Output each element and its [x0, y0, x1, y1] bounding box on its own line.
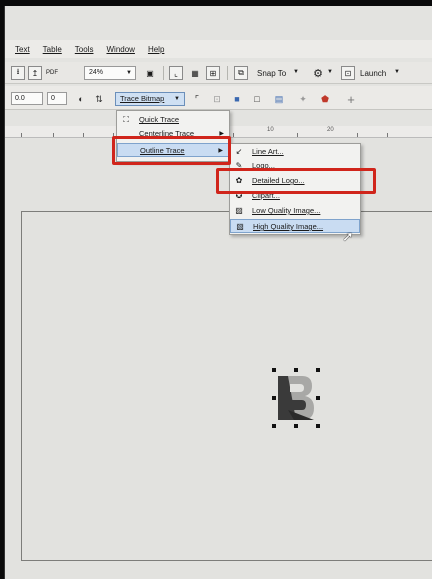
grid-icon[interactable]: ▦	[188, 66, 202, 80]
menu-item-label: Line Art...	[252, 147, 284, 156]
trace-bitmap-label: Trace Bitmap	[120, 94, 165, 103]
rulers-icon[interactable]: ⌞	[169, 66, 183, 80]
letter-b-bitmap	[278, 376, 314, 420]
menu-item-label: High Quality Image...	[253, 222, 324, 231]
toolbar-divider	[163, 66, 164, 80]
outline-width-value: 0.0	[15, 95, 25, 102]
chevron-down-icon[interactable]: ▼	[293, 69, 299, 75]
selection-handle[interactable]	[294, 368, 298, 372]
zoom-level-select[interactable]: 24% ▼	[84, 66, 136, 80]
menu-item-line-art[interactable]: ↙ Line Art...	[230, 145, 360, 159]
menu-item-quick-trace[interactable]: ⛶ Quick Trace	[117, 113, 229, 127]
menu-help[interactable]: Help	[148, 45, 164, 54]
quick-trace-icon: ⛶	[123, 115, 129, 124]
chevron-down-icon: ▼	[174, 96, 180, 102]
screen: Text Table Tools Window Help ⭳ ↥ PDF 24%…	[4, 6, 432, 579]
ruler-tick	[53, 133, 54, 137]
property-bar: 0.0 0 ◐ ⇅ Trace Bitmap ▼ ⌜ ⊡ ■ □ ▤ ✦ ⬟ +	[5, 86, 432, 110]
chevron-down-icon: ▼	[126, 70, 132, 76]
selection-handle[interactable]	[272, 396, 276, 400]
bitmap-object[interactable]	[272, 368, 320, 428]
menubar: Text Table Tools Window Help	[5, 40, 432, 58]
highlight-box-outline-trace	[112, 136, 231, 165]
resample-icon[interactable]: ⊡	[211, 93, 223, 105]
mask-icon[interactable]: ✦	[297, 93, 309, 105]
selection-handle[interactable]	[272, 368, 276, 372]
selection-handle[interactable]	[272, 424, 276, 428]
trace-bitmap-button[interactable]: Trace Bitmap ▼	[115, 92, 185, 106]
bitmap-icon[interactable]: ■	[231, 93, 243, 105]
menu-tools[interactable]: Tools	[75, 45, 94, 54]
chevron-down-icon[interactable]: ▼	[394, 69, 400, 75]
low-quality-image-icon: ▨	[235, 206, 243, 215]
ruler-tick	[83, 133, 84, 137]
menu-item-high-quality-image[interactable]: ▧ High Quality Image...	[230, 219, 360, 233]
ruler-tick	[297, 133, 298, 137]
ruler-tick	[21, 133, 22, 137]
menu-window[interactable]: Window	[106, 45, 134, 54]
selection-handle[interactable]	[316, 396, 320, 400]
standard-toolbar: ⭳ ↥ PDF 24% ▼ ▣ ⌞ ▦ ⊞ ⧉ Snap To ▼ ⚙ ▼ ⊡ …	[5, 62, 432, 84]
highlight-box-detailed-logo	[216, 168, 376, 194]
mirror-vertical-icon[interactable]: ⇅	[93, 93, 105, 105]
full-screen-icon[interactable]: ▣	[143, 66, 157, 80]
ruler-tick	[357, 133, 358, 137]
high-quality-image-icon: ▧	[236, 222, 244, 231]
frame-icon[interactable]: □	[251, 93, 263, 105]
ruler-tick	[387, 133, 388, 137]
color-mask-icon[interactable]: ⬟	[319, 93, 331, 105]
add-icon[interactable]: +	[345, 92, 357, 107]
edit-bitmap-icon[interactable]: ▤	[273, 93, 285, 105]
ruler-label: 10	[267, 127, 274, 133]
menu-item-label: Low Quality Image...	[252, 206, 321, 215]
snap-icon[interactable]: ⧉	[234, 66, 248, 80]
ruler-label: 20	[327, 127, 334, 133]
mouse-cursor-icon: ➚	[342, 228, 354, 244]
import-icon[interactable]: ⭳	[11, 66, 25, 80]
launch-button[interactable]: Launch	[360, 69, 386, 78]
snap-to-button[interactable]: Snap To	[257, 69, 286, 78]
menu-item-label: Quick Trace	[139, 115, 180, 124]
toolbar-divider	[227, 66, 228, 80]
export-icon[interactable]: ↥	[28, 66, 42, 80]
publish-pdf-icon[interactable]: PDF	[45, 66, 59, 80]
ruler-tick	[233, 133, 234, 137]
selection-handle[interactable]	[316, 424, 320, 428]
outline-width-field[interactable]: 0.0	[11, 92, 43, 105]
crop-bitmap-icon[interactable]: ⌜	[191, 93, 203, 105]
rotation-field[interactable]: 0	[47, 92, 67, 105]
selection-handle[interactable]	[316, 368, 320, 372]
mirror-horizontal-icon[interactable]: ◐	[75, 93, 87, 105]
chevron-down-icon[interactable]: ▼	[327, 69, 333, 75]
rotation-value: 0	[51, 95, 55, 102]
options-gear-icon[interactable]: ⚙	[311, 66, 325, 80]
launch-icon[interactable]: ⊡	[341, 66, 355, 80]
drawing-canvas[interactable]	[5, 139, 432, 579]
menu-table[interactable]: Table	[43, 45, 62, 54]
line-art-icon: ↙	[235, 147, 243, 156]
menu-item-low-quality-image[interactable]: ▨ Low Quality Image...	[230, 204, 360, 218]
guidelines-icon[interactable]: ⊞	[206, 66, 220, 80]
zoom-value: 24%	[89, 69, 104, 76]
menu-text[interactable]: Text	[15, 45, 30, 54]
selection-handle[interactable]	[294, 424, 298, 428]
page-border	[21, 211, 432, 561]
